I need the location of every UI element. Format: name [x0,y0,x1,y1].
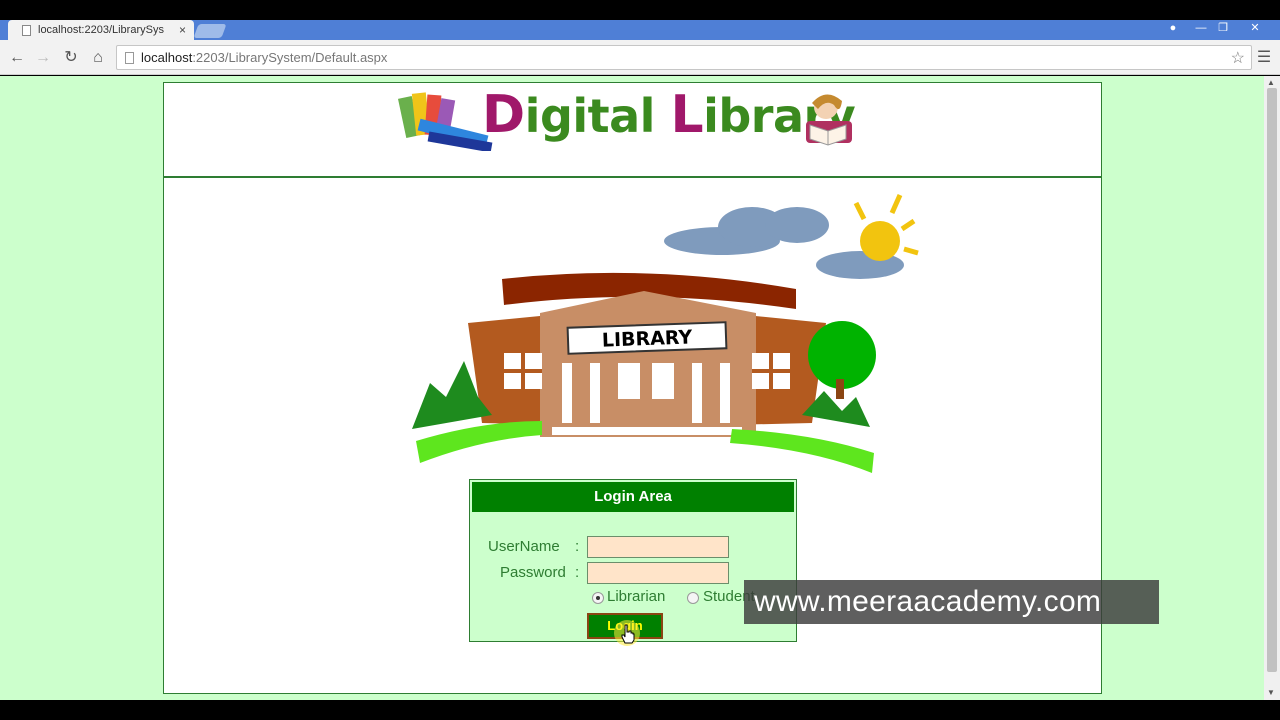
url-text[interactable]: localhost:2203/LibrarySystem/Default.asp… [141,50,387,65]
forward-icon[interactable]: → [32,47,54,69]
username-label: UserName [488,538,560,555]
login-title: Login Area [472,482,794,512]
back-icon[interactable]: ← [6,47,28,69]
scrollbar-thumb[interactable] [1267,88,1277,672]
hand-cursor-icon [621,624,635,644]
logo-letter-d: D [482,85,525,145]
vertical-scrollbar[interactable]: ▲ ▼ [1264,76,1280,700]
grass [416,421,542,463]
screen-bottom-bar [0,700,1280,720]
close-icon[interactable]: ✕ [1244,20,1266,38]
scroll-down-icon[interactable]: ▼ [1267,688,1275,697]
user-icon[interactable]: ● [1162,20,1184,38]
tab-title: localhost:2203/LibrarySys [38,24,164,36]
student-radio[interactable] [687,592,699,604]
browser-toolbar: ← → ↻ ⌂ localhost:2203/LibrarySystem/Def… [0,40,1280,75]
screen-top-bar [0,0,1280,20]
minimize-icon[interactable]: — [1190,20,1212,38]
tab-close-icon[interactable]: × [179,20,186,40]
logo-letter-l: L [670,85,704,145]
home-icon[interactable]: ⌂ [87,47,109,69]
grass [730,429,874,473]
page-icon [22,25,31,36]
scroll-up-icon[interactable]: ▲ [1267,78,1275,87]
url-host: localhost [141,50,193,65]
username-colon: : [575,538,580,555]
reload-icon[interactable]: ↻ [60,47,82,69]
url-path: :2203/LibrarySystem/Default.aspx [192,50,388,65]
logo-text-igital: igital [524,89,671,143]
watermark: www.meeraacademy.com [744,580,1159,624]
address-bar[interactable]: localhost:2203/LibrarySystem/Default.asp… [116,45,1252,70]
library-illustration: LIBRARY [412,193,919,473]
librarian-label[interactable]: Librarian [607,588,665,605]
library-sign: LIBRARY [602,326,693,351]
password-colon: : [575,564,580,581]
site-header: Digital Library [164,83,1101,178]
digital-library-logo: Digital Library [398,85,868,155]
password-field[interactable] [587,562,729,584]
librarian-radio[interactable] [592,592,604,604]
browser-tab[interactable]: localhost:2203/LibrarySys × [8,20,194,40]
sun-icon [853,193,919,261]
password-label: Password [500,564,566,581]
username-field[interactable] [587,536,729,558]
page-icon [125,52,134,64]
reading-girl-icon [806,94,852,146]
new-tab-button[interactable] [193,24,227,38]
restore-icon[interactable]: ❐ [1212,20,1234,38]
star-icon[interactable]: ☆ [1231,48,1245,68]
menu-icon[interactable]: ☰ [1256,47,1272,67]
